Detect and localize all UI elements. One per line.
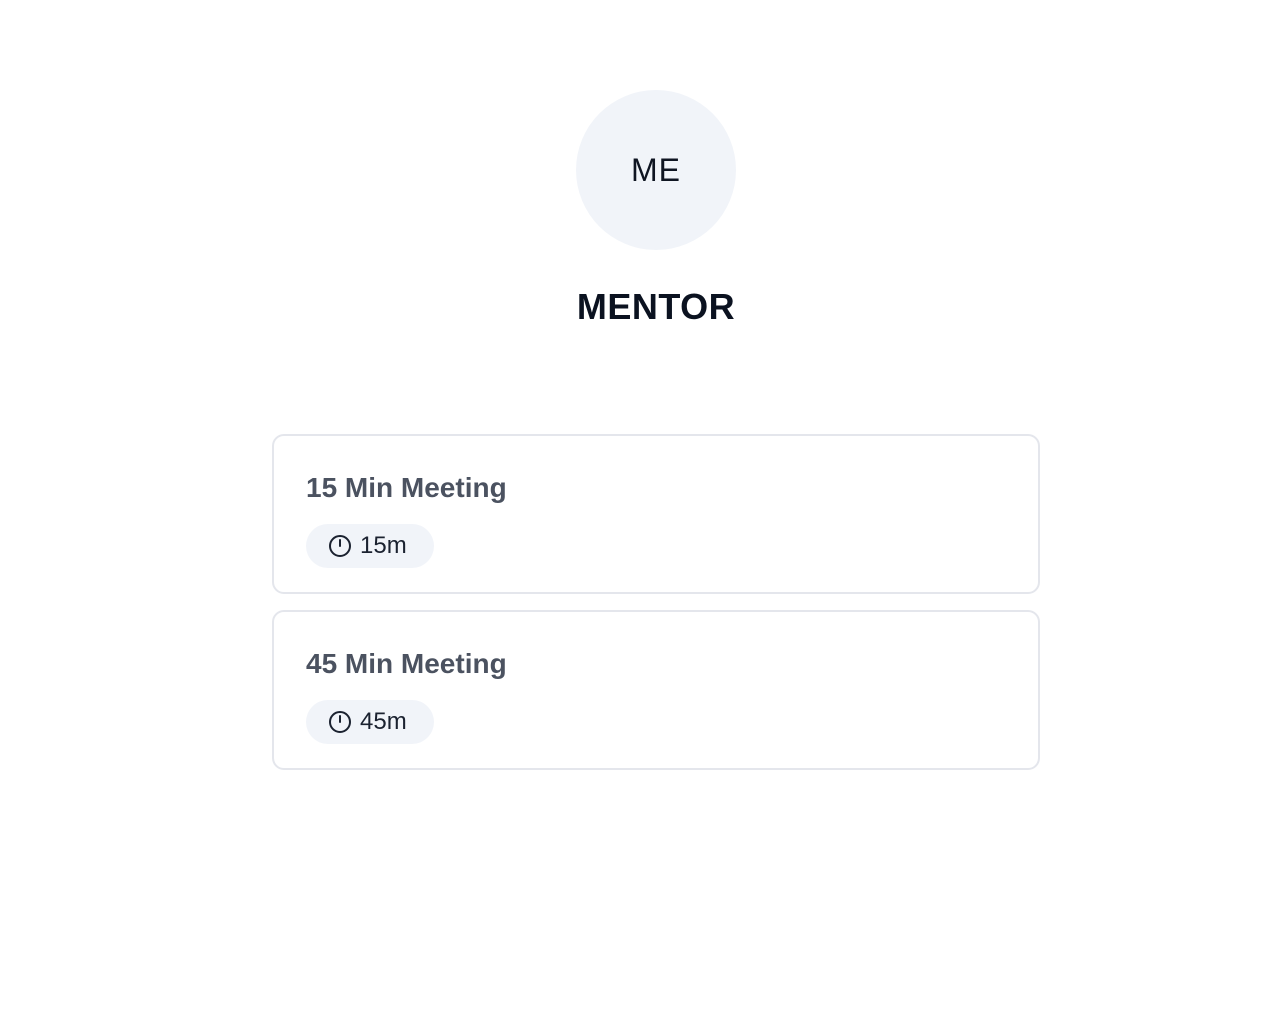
- duration-text: 15m: [360, 532, 407, 559]
- duration-badge: 45m: [306, 700, 434, 744]
- event-card-15-min[interactable]: 15 Min Meeting 15m: [272, 434, 1040, 594]
- event-list: 15 Min Meeting 15m 45 Min Meeting 45m: [272, 434, 1040, 786]
- clock-icon: [328, 710, 352, 734]
- avatar: ME: [576, 90, 736, 250]
- duration-text: 45m: [360, 708, 407, 735]
- clock-icon: [328, 534, 352, 558]
- event-title: 15 Min Meeting: [306, 472, 507, 503]
- profile-name: MENTOR: [576, 286, 736, 327]
- duration-badge: 15m: [306, 524, 434, 568]
- event-card-45-min[interactable]: 45 Min Meeting 45m: [272, 610, 1040, 770]
- avatar-initials: ME: [631, 151, 681, 188]
- event-title: 45 Min Meeting: [306, 648, 507, 679]
